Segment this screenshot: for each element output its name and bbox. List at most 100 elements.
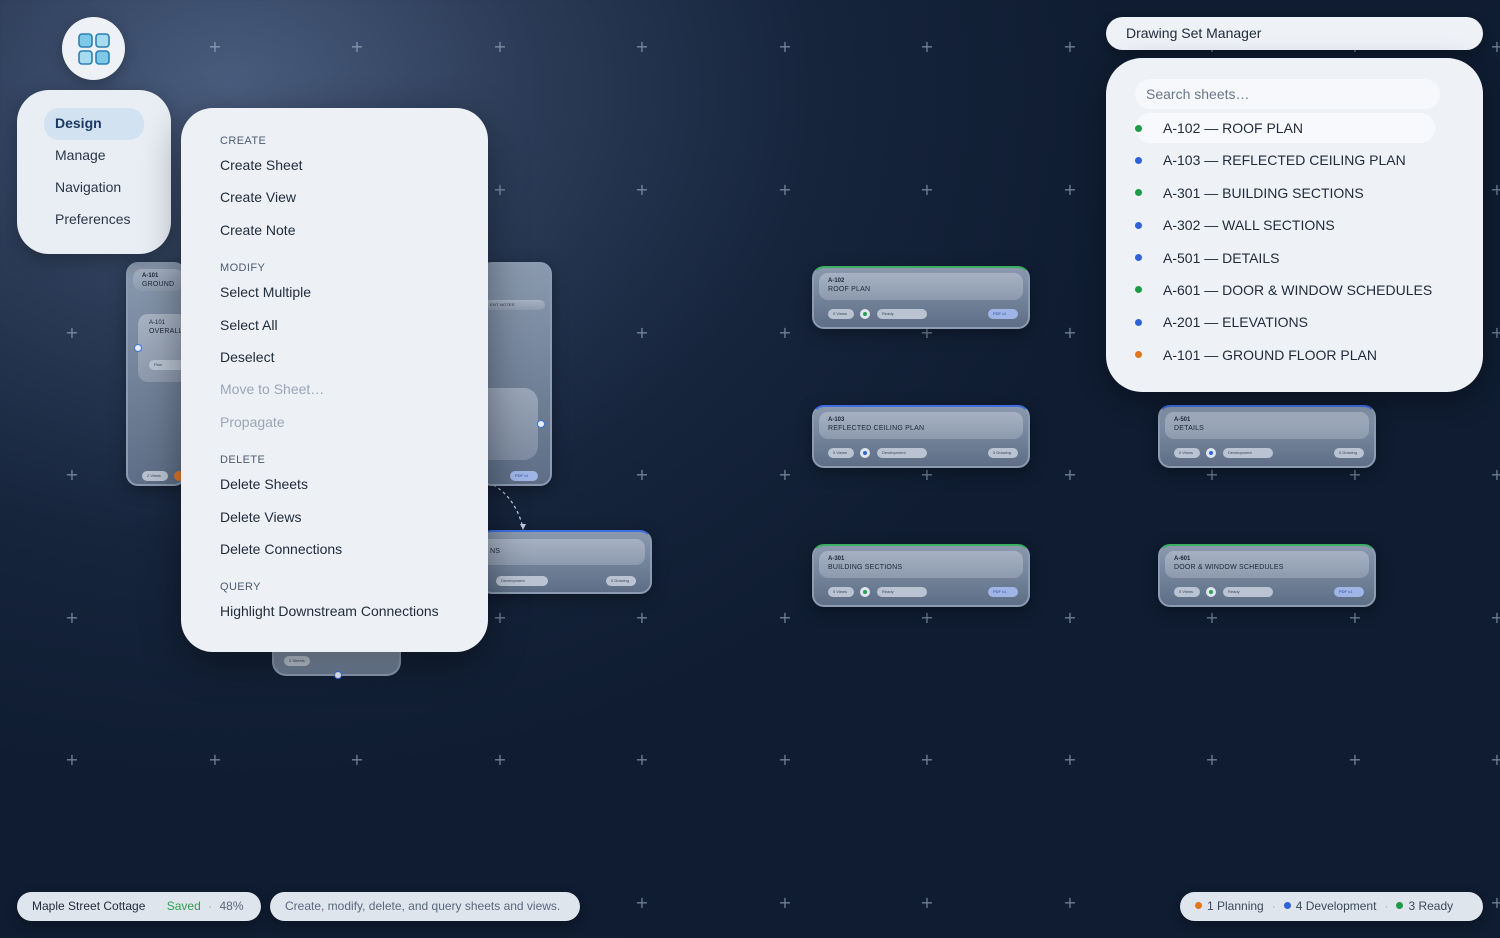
sheet-node[interactable]: A-102 ROOF PLAN 0 Views Ready PDF v1 xyxy=(812,266,1030,329)
tag-pill[interactable]: 0 Drawing xyxy=(988,448,1018,458)
node-a101-ground[interactable]: A-101 GROUND A-101 OVERALL Plan 2 Views xyxy=(126,262,189,486)
nav-item-manage[interactable]: Manage xyxy=(44,140,144,172)
connection-port[interactable] xyxy=(537,420,545,428)
menu-item-create-note[interactable]: Create Note xyxy=(220,214,488,246)
status-dropdown[interactable]: Ready xyxy=(877,587,927,597)
grid-app-icon xyxy=(77,32,110,65)
node-footer: 0 Views Ready PDF v1 xyxy=(828,309,1018,319)
menu-item-delete-connections[interactable]: Delete Connections xyxy=(220,533,488,565)
status-dot xyxy=(1135,351,1142,359)
node-wall-sections[interactable]: NS Development 0 Drawing xyxy=(480,530,652,594)
menu-item-select-multiple[interactable]: Select Multiple xyxy=(220,276,488,308)
sheet-list-item[interactable]: A-103 — REFLECTED CEILING PLAN xyxy=(1135,145,1435,175)
sheet-label: A-302 — WALL SECTIONS xyxy=(1163,217,1335,234)
views-pill[interactable]: 0 Views xyxy=(1174,448,1200,458)
menu-item-delete-sheets[interactable]: Delete Sheets xyxy=(220,468,488,500)
sheet-node[interactable]: A-103 REFLECTED CEILING PLAN 0 Views Develo… xyxy=(812,405,1030,468)
project-status: Maple Street Cottage Saved · 48% xyxy=(17,892,261,921)
status-dropdown[interactable]: Development xyxy=(877,448,927,458)
menu-item-highlight-downstream[interactable]: Highlight Downstream Connections xyxy=(220,595,488,627)
status-dot xyxy=(860,448,870,458)
node-footer: 0 Views Development 0 Drawing xyxy=(1174,448,1364,458)
zoom-level[interactable]: 48% xyxy=(219,899,243,913)
tag-pill[interactable]: 0 Drawing xyxy=(1334,448,1364,458)
status-dot xyxy=(1135,221,1142,229)
views-pill[interactable]: 0 Views xyxy=(1174,587,1200,597)
status-dot xyxy=(860,309,870,319)
sheet-label: A-101 — GROUND FLOOR PLAN xyxy=(1163,346,1377,363)
sheet-search-input[interactable] xyxy=(1135,79,1440,109)
menu-item-propagate[interactable]: Propagate xyxy=(220,406,488,438)
sheet-list-item[interactable]: A-101 — GROUND FLOOR PLAN xyxy=(1135,340,1435,370)
node-header: A-301 BUILDING SECTIONS xyxy=(819,551,1023,578)
status-dot xyxy=(1135,124,1142,132)
node-name: BUILDING SECTIONS xyxy=(828,564,903,571)
nav-item-navigation[interactable]: Navigation xyxy=(44,172,144,204)
sheet-list-item[interactable]: A-102 — ROOF PLAN xyxy=(1135,113,1435,143)
legend-dot xyxy=(1396,902,1404,909)
nav-item-preferences[interactable]: Preferences xyxy=(44,204,144,236)
node-footer: 0 Views Development 0 Drawing xyxy=(828,448,1018,458)
nav-item-design[interactable]: Design xyxy=(44,108,144,140)
sheet-label: A-103 — REFLECTED CEILING PLAN xyxy=(1163,152,1406,169)
status-dropdown[interactable]: Ready xyxy=(877,309,927,319)
node-name: DOOR & WINDOW SCHEDULES xyxy=(1174,564,1284,571)
status-pill: Development xyxy=(496,576,548,586)
tag-pill[interactable]: PDF v1 xyxy=(988,309,1018,319)
sheet-list-item[interactable]: A-201 — ELEVATIONS xyxy=(1135,307,1435,337)
connection-port[interactable] xyxy=(134,344,142,352)
views-pill: 2 Views xyxy=(142,471,168,481)
menu-item-delete-views[interactable]: Delete Views xyxy=(220,501,488,533)
tag-pill[interactable]: PDF v1 xyxy=(988,587,1018,597)
node-name: NS xyxy=(490,548,501,555)
context-menu: CREATE Create Sheet Create View Create N… xyxy=(181,108,488,652)
legend-item[interactable]: 4 Development xyxy=(1296,899,1377,913)
legend-dot xyxy=(1283,902,1291,909)
status-dot xyxy=(1135,189,1142,197)
node-code: A-102 xyxy=(828,278,845,284)
status-dropdown[interactable]: Development xyxy=(1223,448,1273,458)
menu-item-create-view[interactable]: Create View xyxy=(220,181,488,213)
sheet-list-item[interactable]: A-301 — BUILDING SECTIONS xyxy=(1135,178,1435,208)
sheet-list-item[interactable]: A-302 — WALL SECTIONS xyxy=(1135,210,1435,240)
sheet-list-item[interactable]: A-601 — DOOR & WINDOW SCHEDULES xyxy=(1135,275,1435,305)
app-logo[interactable] xyxy=(62,17,125,80)
separator: · xyxy=(1384,899,1389,913)
node-code: A-101 xyxy=(142,273,159,279)
pdf-pill: PDF v1 xyxy=(510,471,538,481)
node-footer: 0 Views Ready PDF v1 xyxy=(828,587,1018,597)
connection-port[interactable] xyxy=(334,671,342,679)
sheet-node[interactable]: A-601 DOOR & WINDOW SCHEDULES 0 Views Ready… xyxy=(1158,544,1376,607)
sheet-node[interactable]: A-301 BUILDING SECTIONS 0 Views Ready PDF v1 xyxy=(812,544,1030,607)
save-status: Saved xyxy=(166,899,201,913)
node-general-notes[interactable]: ENT NOTES PDF v1 xyxy=(480,262,552,486)
views-pill[interactable]: 0 Views xyxy=(828,448,854,458)
node-code: A-301 xyxy=(828,556,845,562)
tag-pill[interactable]: PDF v1 xyxy=(1334,587,1364,597)
menu-section-delete: DELETE xyxy=(220,454,266,467)
views-pill[interactable]: 0 Views xyxy=(828,587,854,597)
sheet-label: A-301 — BUILDING SECTIONS xyxy=(1163,184,1364,201)
menu-item-select-all[interactable]: Select All xyxy=(220,309,488,341)
node-code: A-601 xyxy=(1174,556,1191,562)
node-code: A-501 xyxy=(1174,417,1191,423)
node-header: A-501 DETAILS xyxy=(1165,412,1369,439)
mode-nav: Design Manage Navigation Preferences xyxy=(17,90,171,254)
menu-item-deselect[interactable]: Deselect xyxy=(220,341,488,373)
sheet-node[interactable]: A-501 DETAILS 0 Views Development 0 Drawing xyxy=(1158,405,1376,468)
sheet-label: A-601 — DOOR & WINDOW SCHEDULES xyxy=(1163,281,1433,298)
note-card[interactable] xyxy=(482,388,538,460)
status-dropdown[interactable]: Ready xyxy=(1223,587,1273,597)
menu-item-move-to-sheet[interactable]: Move to Sheet… xyxy=(220,373,488,405)
project-name[interactable]: Maple Street Cottage xyxy=(32,899,145,913)
menu-item-create-sheet[interactable]: Create Sheet xyxy=(220,149,488,181)
legend-item[interactable]: 1 Planning xyxy=(1207,899,1264,913)
separator: · xyxy=(1271,899,1276,913)
views-pill[interactable]: 0 Views xyxy=(828,309,854,319)
drawing-set-manager: A-102 — ROOF PLAN A-103 — REFLECTED CEILI… xyxy=(1106,58,1483,392)
status-dot xyxy=(1135,254,1142,262)
sheet-label: A-501 — DETAILS xyxy=(1163,249,1280,266)
node-code: A-103 xyxy=(828,417,845,423)
sheet-list-item[interactable]: A-501 — DETAILS xyxy=(1135,243,1435,273)
legend-item[interactable]: 3 Ready xyxy=(1408,899,1453,913)
